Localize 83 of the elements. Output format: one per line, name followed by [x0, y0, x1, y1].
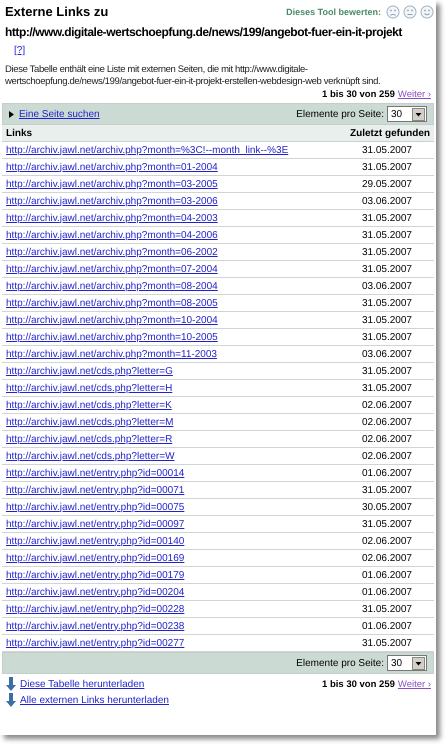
- url-link[interactable]: http://archiv.jawl.net/entry.php?id=00238: [6, 620, 184, 632]
- date-cell: 31.05.2007: [333, 516, 434, 532]
- url-link[interactable]: http://archiv.jawl.net/archiv.php?month=07-2004: [6, 264, 218, 274]
- happy-face-icon[interactable]: [420, 4, 434, 18]
- url-link[interactable]: http://archiv.jawl.net/entry.php?id=00228: [6, 604, 184, 614]
- column-header: Links: [2, 125, 334, 142]
- url-link[interactable]: http://archiv.jawl.net/cds.php?letter=M: [6, 416, 174, 428]
- date-cell: 31.05.2007: [333, 380, 434, 396]
- url-link[interactable]: http://archiv.jawl.net/archiv.php?month=10-2004: [6, 314, 218, 326]
- date-cell: 29.05.2007: [333, 176, 434, 192]
- date-cell: 31.05.2007: [333, 210, 434, 226]
- url-link[interactable]: http://archiv.jawl.net/archiv.php?month=03-2006: [6, 196, 218, 206]
- date-cell: 02.06.2007: [333, 532, 434, 550]
- search-page-link[interactable]: Eine Seite suchen: [19, 108, 100, 120]
- next-link[interactable]: Weiter ›: [398, 678, 431, 690]
- date-cell: 01.06.2007: [333, 584, 434, 600]
- date-cell: 31.05.2007: [333, 482, 434, 498]
- url-link[interactable]: http://archiv.jawl.net/archiv.php?month=04-2003: [6, 212, 218, 224]
- column-header: Zuletzt gefunden: [333, 125, 434, 142]
- date-cell: 01.06.2007: [333, 464, 434, 482]
- url-link[interactable]: http://archiv.jawl.net/cds.php?letter=G: [6, 366, 173, 376]
- page-url: http://www.digitale-wertschoepfung.de/news/199/angebot-fuer-ein-it-projekt: [4, 25, 404, 39]
- date-cell: 03.06.2007: [333, 192, 434, 210]
- date-cell: 02.06.2007: [333, 550, 434, 566]
- date-cell: 02.06.2007: [333, 414, 434, 430]
- date-cell: 31.05.2007: [333, 362, 434, 380]
- date-cell: 31.05.2007: [333, 244, 434, 260]
- url-link[interactable]: http://archiv.jawl.net/archiv.php?month=11-2003: [6, 348, 217, 360]
- date-cell: 01.06.2007: [333, 618, 434, 634]
- date-cell: 03.06.2007: [333, 346, 434, 362]
- down-arrow-icon: [6, 693, 16, 707]
- per-page-select[interactable]: 30: [387, 655, 427, 671]
- download-link[interactable]: Diese Tabelle herunterladen: [20, 678, 144, 690]
- url-link[interactable]: http://archiv.jawl.net/entry.php?id=00204: [6, 586, 184, 598]
- date-cell: 31.05.2007: [333, 294, 434, 312]
- url-link[interactable]: http://archiv.jawl.net/entry.php?id=00179: [6, 570, 184, 580]
- url-link[interactable]: http://archiv.jawl.net/entry.php?id=00277: [6, 638, 184, 648]
- url-link[interactable]: http://archiv.jawl.net/entry.php?id=00014: [6, 468, 184, 478]
- down-arrow-icon: [6, 677, 16, 691]
- url-link[interactable]: http://archiv.jawl.net/archiv.php?month=01-2004: [6, 162, 218, 172]
- triangle-icon: [9, 110, 14, 118]
- rating-label: Dieses Tool bewerten:: [286, 6, 381, 16]
- date-cell: 02.06.2007: [333, 396, 434, 414]
- url-link[interactable]: http://archiv.jawl.net/archiv.php?month=08-2005: [6, 298, 218, 308]
- date-cell: 31.05.2007: [333, 312, 434, 328]
- date-cell: 01.06.2007: [333, 566, 434, 584]
- url-link[interactable]: http://archiv.jawl.net/entry.php?id=00071: [6, 484, 184, 496]
- url-link[interactable]: http://archiv.jawl.net/cds.php?letter=W: [6, 450, 175, 462]
- date-cell: 02.06.2007: [333, 448, 434, 464]
- url-link[interactable]: http://archiv.jawl.net/archiv.php?month=03-2005: [6, 178, 218, 190]
- download-link[interactable]: Alle externen Links herunterladen: [20, 694, 169, 706]
- page-title: Externe Links zu: [4, 4, 108, 19]
- per-page-label: Elemente pro Seite:: [296, 108, 384, 120]
- url-link[interactable]: http://archiv.jawl.net/entry.php?id=00140: [6, 536, 184, 546]
- date-cell: 31.05.2007: [333, 226, 434, 244]
- sad-face-icon[interactable]: [386, 4, 400, 18]
- date-cell: 31.05.2007: [333, 142, 434, 158]
- description-text: Diese Tabelle enthält eine Liste mit externen Seiten, die mit http://www.digitale-wertschoepfung.de/news/199/angebot-fuer-ein-it-projekt-erstellen-webdesign-web verknüpft sind.: [5, 64, 382, 87]
- neutral-face-icon[interactable]: [403, 4, 417, 18]
- pagination-range: 1 bis 30 von 259: [322, 678, 395, 690]
- date-cell: 30.05.2007: [333, 498, 434, 516]
- per-page-select[interactable]: 30: [387, 106, 427, 122]
- date-cell: 03.06.2007: [333, 278, 434, 294]
- next-link[interactable]: Weiter ›: [398, 88, 431, 100]
- date-cell: 31.05.2007: [333, 328, 434, 346]
- url-link[interactable]: http://archiv.jawl.net/cds.php?letter=H: [6, 382, 172, 394]
- url-link[interactable]: http://archiv.jawl.net/archiv.php?month=08-2004: [6, 280, 218, 292]
- date-cell: 31.05.2007: [333, 600, 434, 618]
- url-link[interactable]: http://archiv.jawl.net/archiv.php?month=10-2005: [6, 332, 218, 342]
- help-link[interactable]: [?]: [14, 45, 26, 56]
- url-link[interactable]: http://archiv.jawl.net/archiv.php?month=06-2002: [6, 246, 218, 258]
- url-link[interactable]: http://archiv.jawl.net/archiv.php?month=04-2006: [6, 230, 218, 240]
- date-cell: 31.05.2007: [333, 158, 434, 176]
- date-cell: 31.05.2007: [333, 260, 434, 278]
- url-link[interactable]: http://archiv.jawl.net/entry.php?id=00169: [6, 552, 184, 564]
- per-page-label: Elemente pro Seite:: [296, 658, 384, 668]
- pagination-range: 1 bis 30 von 259: [322, 88, 395, 100]
- url-link[interactable]: http://archiv.jawl.net/cds.php?letter=K: [6, 400, 172, 410]
- url-link[interactable]: http://archiv.jawl.net/entry.php?id=00097: [6, 518, 184, 530]
- url-link[interactable]: http://archiv.jawl.net/cds.php?letter=R: [6, 434, 172, 444]
- date-cell: 02.06.2007: [333, 430, 434, 448]
- url-link[interactable]: http://archiv.jawl.net/archiv.php?month=%3C!--month_link--%3E: [6, 144, 288, 156]
- url-link[interactable]: http://archiv.jawl.net/entry.php?id=00075: [6, 502, 184, 512]
